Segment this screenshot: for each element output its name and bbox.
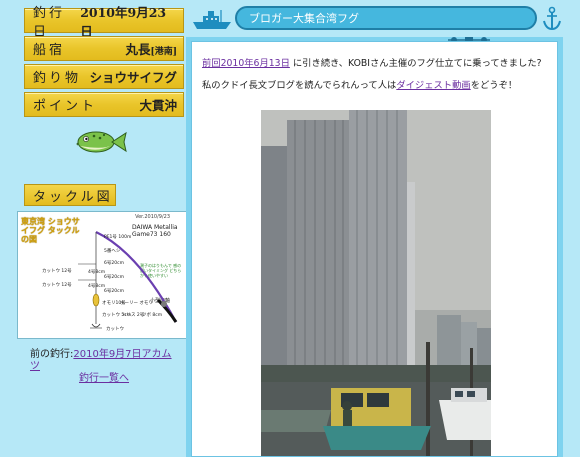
tackle-label-kattou: カットウ (106, 327, 124, 332)
tackle-diagram[interactable]: 東京湾 ショウサイフグ タックルの図 Ver.2010/9/23 DAIWA M… (17, 211, 189, 339)
info-plate-boat: 船宿 丸長[港南] (24, 36, 184, 61)
post-text-2: 私のクドイ長文ブログを読んでられんって人は (202, 80, 397, 91)
date-label: 釣行日 (33, 5, 66, 40)
digest-video-link[interactable]: ダイジェスト動画 (396, 80, 470, 91)
tackle-label-branch-1: 4号8cm (88, 270, 106, 275)
tackle-label-leader-3: 6号20cm (104, 289, 124, 294)
post-text-1: に引き続き、KOBIさん主催のフグ仕立てに乗ってきました? (292, 58, 542, 69)
tackle-heading: タックル図 (24, 184, 116, 206)
tackle-label-leader-1: 6号20cm (104, 261, 124, 266)
point-value: 大貫沖 (139, 98, 177, 113)
tackle-label-hook-2: カットウ 12号 (42, 283, 72, 288)
boat-label: 船宿 (33, 43, 66, 58)
info-plate-target: 釣り物 ショウサイフグ (24, 64, 184, 89)
tackle-label-hook-1: カットウ 12号 (42, 269, 72, 274)
tackle-label-swivel: 5番ヘシ (104, 249, 121, 254)
date-value: 2010年9月23日 (80, 4, 167, 39)
point-label: ポイント (33, 99, 98, 114)
previous-trip: 前の釣行:2010年9月7日アカムツ 釣行一覧へ (30, 349, 180, 385)
anchor-icon (543, 6, 561, 31)
tackle-label-tsubo: ツボ 8cm (142, 313, 163, 318)
harbor-photo[interactable] (261, 110, 491, 457)
previous-post-link[interactable]: 前回2010年6月13日 (202, 58, 290, 69)
info-plate-point: ポイント 大貫沖 (24, 92, 184, 117)
tackle-label-branch-2: 4号8cm (88, 284, 106, 289)
target-value: ショウサイフグ (89, 70, 177, 85)
ship-icon (193, 10, 231, 29)
trip-list-link[interactable]: 釣行一覧へ (79, 373, 129, 384)
post-text-3: をどうぞ！ (470, 80, 518, 91)
entry-title: ブロガー大集合湾フグ (249, 12, 359, 25)
target-label: 釣り物 (33, 71, 82, 86)
entry-title-bar: ブロガー大集合湾フグ (235, 6, 537, 30)
post-content: 前回2010年6月13日 に引き続き、KOBIさん主催のフグ仕立てに乗ってきまし… (191, 41, 558, 457)
info-plate-date: 釣行日 2010年9月23日 (24, 5, 184, 40)
post-paragraph-2: 私のクドイ長文ブログを読んでられんって人はダイジェスト動画をどうぞ！ (202, 77, 517, 91)
tackle-label-holly: ホーリー オモリ (120, 301, 153, 306)
previous-trip-prefix: 前の釣行: (30, 349, 74, 360)
tackle-label-line: PE1号 100m (104, 235, 132, 240)
pufferfish-icon (76, 131, 127, 153)
tackle-label-leader-2: 6号20cm (104, 275, 124, 280)
tackle-label-harris: ハリス 2号 (122, 313, 145, 318)
post-paragraph-1: 前回2010年6月13日 に引き続き、KOBIさん主催のフグ仕立てに乗ってきまし… (202, 55, 542, 69)
boat-value: 丸長[港南] (125, 42, 177, 57)
